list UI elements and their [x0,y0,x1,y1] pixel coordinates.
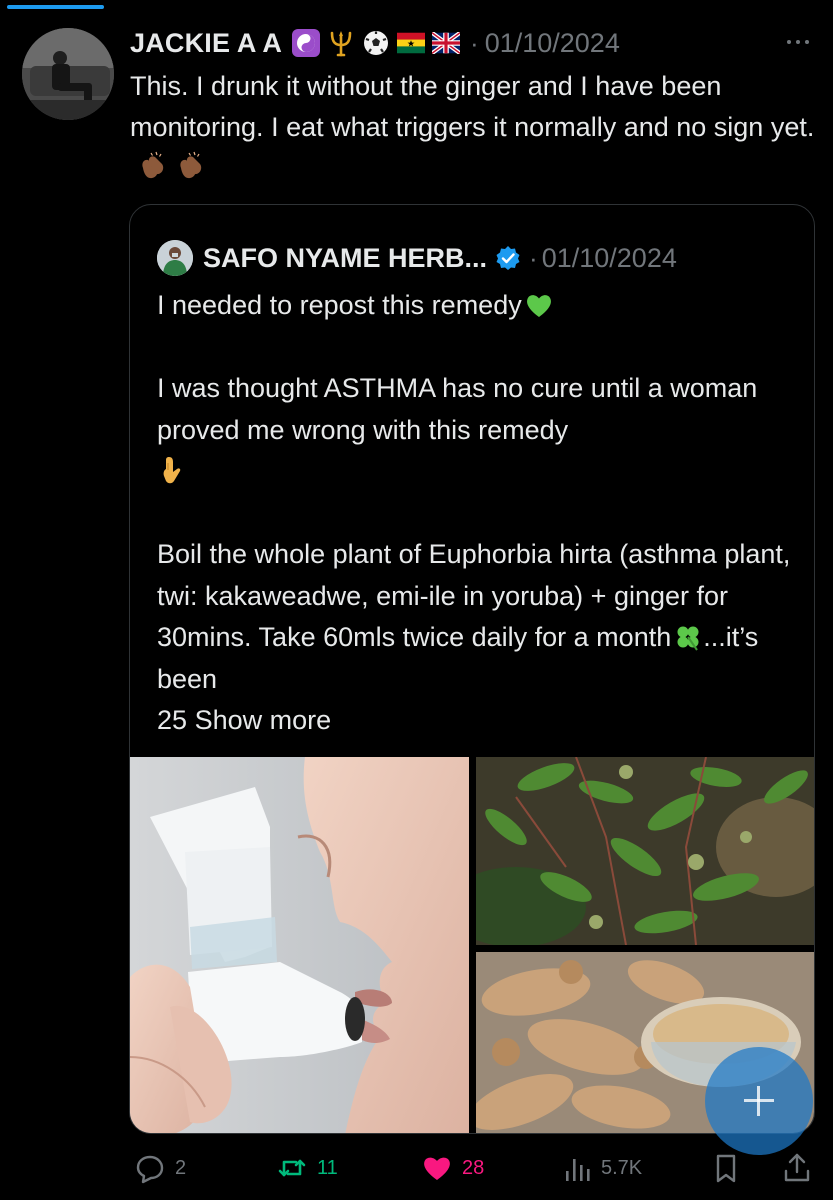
verified-badge-icon [495,245,521,271]
quote-header: SAFO NYAME HERB... · 01/10/2024 [157,239,677,277]
repost-icon [275,1151,309,1185]
quote-author-avatar [157,240,193,276]
repost-button[interactable]: 11 [275,1148,338,1188]
reply-count: 2 [175,1156,187,1179]
share-icon [780,1151,814,1185]
four-leaf-clover-icon [673,622,703,652]
quote-date-separator: · [529,242,538,273]
name-badges [292,29,461,57]
views-button[interactable]: 5.7K [563,1148,642,1188]
quote-author-name[interactable]: SAFO NYAME HERB... [203,243,487,274]
heart-icon [420,1151,454,1185]
trident-icon [327,29,355,57]
author-avatar[interactable] [22,28,114,120]
quote-paragraph-3-last: 25 [157,705,188,735]
yin-yang-icon [292,29,321,57]
action-bar: 2 11 28 5.7K [0,1148,833,1188]
green-heart-icon [524,290,554,320]
quoted-tweet[interactable]: SAFO NYAME HERB... · 01/10/2024 I needed… [129,204,815,1134]
plus-icon [744,1086,774,1116]
quote-paragraph-3: Boil the whole plant of Euphorbia hirta … [157,534,797,742]
top-progress-indicator [0,0,833,10]
soccer-ball-icon [362,29,390,57]
compose-post-button[interactable] [705,1047,813,1155]
repost-count: 11 [317,1156,338,1179]
reply-icon [133,1151,167,1185]
tweet-body: This. I drunk it without the ginger and … [130,71,815,142]
quote-date: 01/10/2024 [541,242,677,273]
inhaler-photo[interactable] [130,757,469,1133]
clapping-hands-icon [136,150,168,182]
quote-paragraph-2-text: I was thought ASTHMA has no cure until a… [157,373,758,445]
like-button[interactable]: 28 [420,1148,484,1188]
quote-paragraph-2: I was thought ASTHMA has no cure until a… [157,368,797,493]
show-more-link[interactable]: Show more [195,705,332,735]
author-name[interactable]: JACKIE A A [130,28,282,59]
ghana-flag-icon [397,29,426,57]
views-chart-icon [563,1151,593,1185]
bookmark-icon [711,1151,741,1185]
bookmark-button[interactable] [711,1148,741,1188]
tweet-date[interactable]: 01/10/2024 [485,28,620,59]
more-options-icon[interactable] [778,30,818,54]
pointing-down-icon [159,454,189,484]
date-separator: · [470,27,479,58]
quote-line-1-text: I needed to repost this remedy [157,290,522,320]
tweet-header: JACKIE A A · 01/10/2024 [130,26,620,60]
share-button[interactable] [780,1148,814,1188]
quote-line-1: I needed to repost this remedy [157,285,797,327]
quote-text: I needed to repost this remedy I was tho… [157,285,797,742]
reply-button[interactable]: 2 [133,1148,186,1188]
euphorbia-hirta-plant-photo[interactable] [476,757,814,945]
clapping-hands-icon [174,150,206,182]
like-count: 28 [462,1156,485,1179]
tweet-text: This. I drunk it without the ginger and … [130,66,820,188]
uk-flag-icon [432,29,461,57]
progress-bar [7,5,104,9]
view-count: 5.7K [601,1156,643,1179]
